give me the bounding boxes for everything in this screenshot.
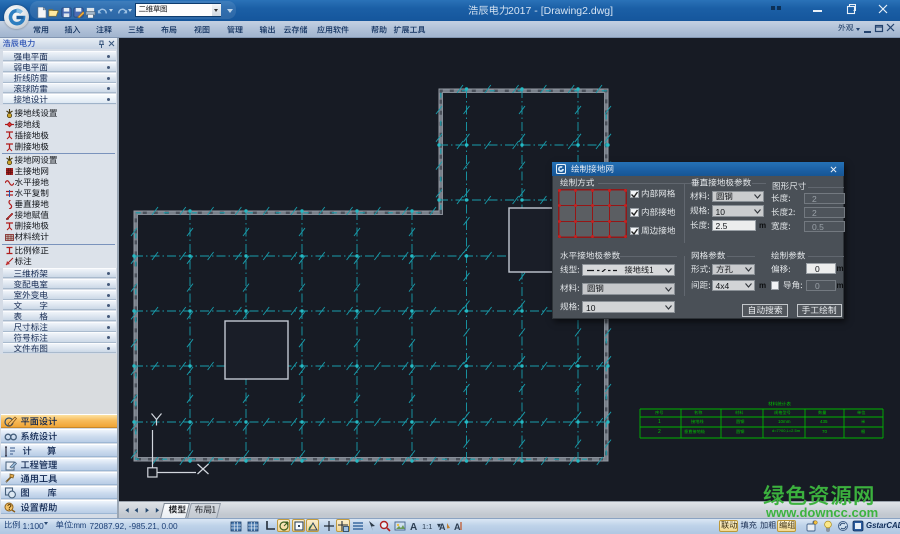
svg-text:A: A (439, 522, 446, 532)
svg-text:?: ? (7, 503, 12, 512)
svg-text:A: A (410, 522, 417, 532)
svg-text:A: A (454, 522, 461, 532)
svg-text:1:1: 1:1 (422, 522, 432, 531)
